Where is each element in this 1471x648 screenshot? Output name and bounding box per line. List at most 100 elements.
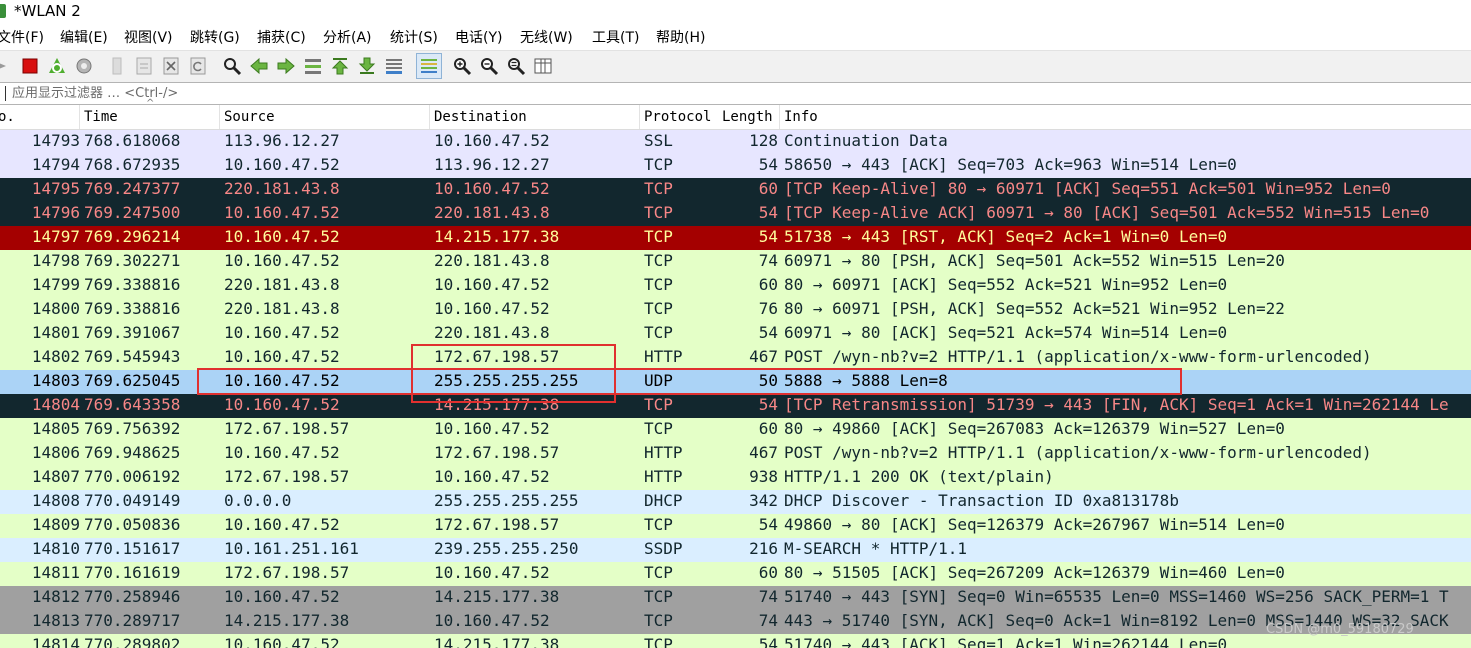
find-packet-icon[interactable] [222, 56, 242, 76]
column-header-destination[interactable]: Destination [430, 105, 640, 129]
packet-protocol-cell: HTTP [644, 467, 683, 486]
packet-destination-cell: 10.160.47.52 [434, 131, 550, 150]
autoscroll-icon[interactable] [384, 56, 404, 76]
column-header-length[interactable]: Length [718, 105, 780, 129]
packet-time-cell: 769.625045 [84, 371, 181, 390]
packet-info-cell: HTTP/1.1 200 OK (text/plain) [784, 467, 1054, 486]
packet-no-cell: 14808 [31, 491, 80, 510]
packet-time-cell: 770.258946 [84, 587, 181, 606]
menu-capture[interactable]: 捕获(C) [257, 28, 306, 48]
menu-wireless[interactable]: 无线(W) [520, 28, 573, 48]
packet-no-cell: 14806 [31, 443, 80, 462]
packet-info-cell: 58650 → 443 [ACK] Seq=703 Ack=963 Win=51… [784, 155, 1237, 174]
packet-row[interactable]: 14800 769.338816 220.181.43.8 10.160.47.52 T… [0, 298, 1471, 322]
reload-file-icon[interactable] [188, 56, 208, 76]
packet-row[interactable]: 14804 769.643358 10.160.47.52 14.215.177.38… [0, 394, 1471, 418]
packet-row[interactable]: 14810 770.151617 10.161.251.161 239.255.255… [0, 538, 1471, 562]
packet-row[interactable]: 14813 770.289717 14.215.177.38 10.160.47.52… [0, 610, 1471, 634]
start-capture-icon[interactable] [0, 56, 14, 76]
packet-row[interactable]: 14802 769.545943 10.160.47.52 172.67.198.57… [0, 346, 1471, 370]
packet-row[interactable]: 14794 768.672935 10.160.47.52 113.96.12.27 T… [0, 154, 1471, 178]
packet-destination-cell: 14.215.177.38 [434, 635, 560, 648]
menu-go[interactable]: 跳转(G) [190, 28, 240, 48]
menu-telephony[interactable]: 电话(Y) [455, 28, 502, 48]
packet-length-cell: 54 [758, 203, 778, 222]
packet-info-cell: 5888 → 5888 Len=8 [784, 371, 948, 390]
packet-row[interactable]: 14798 769.302271 10.160.47.52 220.181.43.8 T… [0, 250, 1471, 274]
packet-length-cell: 54 [758, 155, 778, 174]
restart-capture-icon[interactable] [47, 56, 67, 76]
column-header-info[interactable]: Info [780, 105, 1471, 129]
packet-row[interactable]: 14793 768.618068 113.96.12.27 10.160.47.52 S… [0, 130, 1471, 154]
packet-no-cell: 14804 [31, 395, 80, 414]
packet-destination-cell: 10.160.47.52 [434, 179, 550, 198]
go-last-packet-icon[interactable] [357, 56, 377, 76]
go-to-packet-icon[interactable] [303, 56, 323, 76]
packet-source-cell: 172.67.198.57 [224, 563, 350, 582]
packet-length-cell: 60 [758, 563, 778, 582]
packet-row[interactable]: 14796 769.247500 10.160.47.52 220.181.43.8 T… [0, 202, 1471, 226]
packet-info-cell: 49860 → 80 [ACK] Seq=126379 Ack=267967 W… [784, 515, 1285, 534]
close-file-icon[interactable] [161, 56, 181, 76]
stop-capture-icon[interactable] [20, 56, 40, 76]
packet-protocol-cell: TCP [644, 227, 673, 246]
packet-row[interactable]: 14803 769.625045 10.160.47.52 255.255.255.2… [0, 370, 1471, 394]
packet-row[interactable]: 14797 769.296214 10.160.47.52 14.215.177.38… [0, 226, 1471, 250]
column-header-source[interactable]: Source [220, 105, 430, 129]
display-filter-input[interactable] [0, 83, 1471, 104]
packet-info-cell: 60971 → 80 [ACK] Seq=521 Ack=574 Win=514… [784, 323, 1228, 342]
packet-row[interactable]: 14806 769.948625 10.160.47.52 172.67.198.57… [0, 442, 1471, 466]
packet-protocol-cell: SSL [644, 131, 673, 150]
go-first-packet-icon[interactable] [330, 56, 350, 76]
packet-row[interactable]: 14801 769.391067 10.160.47.52 220.181.43.8 T… [0, 322, 1471, 346]
packet-source-cell: 10.160.47.52 [224, 443, 340, 462]
packet-length-cell: 60 [758, 275, 778, 294]
packet-protocol-cell: TCP [644, 251, 673, 270]
packet-destination-cell: 14.215.177.38 [434, 587, 560, 606]
packet-length-cell: 54 [758, 323, 778, 342]
menu-tools[interactable]: 工具(T) [592, 28, 639, 48]
packet-no-cell: 14793 [31, 131, 80, 150]
packet-length-cell: 938 [749, 467, 778, 486]
menu-edit[interactable]: 编辑(E) [60, 28, 108, 48]
packet-no-cell: 14812 [31, 587, 80, 606]
go-back-icon[interactable] [249, 56, 269, 76]
packet-source-cell: 10.160.47.52 [224, 395, 340, 414]
packet-length-cell: 74 [758, 587, 778, 606]
zoom-in-icon[interactable] [452, 56, 472, 76]
normal-size-icon[interactable] [506, 56, 526, 76]
packet-source-cell: 10.160.47.52 [224, 635, 340, 648]
packet-row[interactable]: 14799 769.338816 220.181.43.8 10.160.47.52 T… [0, 274, 1471, 298]
packet-row[interactable]: 14811 770.161619 172.67.198.57 10.160.47.52… [0, 562, 1471, 586]
packet-source-cell: 14.215.177.38 [224, 611, 350, 630]
packet-info-cell: DHCP Discover - Transaction ID 0xa813178… [784, 491, 1179, 510]
colorize-icon[interactable] [416, 53, 442, 79]
packet-row[interactable]: 14814 770.289802 10.160.47.52 14.215.177.38… [0, 634, 1471, 648]
packet-row[interactable]: 14808 770.049149 0.0.0.0 255.255.255.255 DHC… [0, 490, 1471, 514]
packet-length-cell: 467 [749, 347, 778, 366]
packet-row[interactable]: 14805 769.756392 172.67.198.57 10.160.47.52… [0, 418, 1471, 442]
capture-options-icon[interactable] [74, 56, 94, 76]
packet-length-cell: 128 [749, 131, 778, 150]
menu-help[interactable]: 帮助(H) [656, 28, 705, 48]
packet-no-cell: 14810 [31, 539, 80, 558]
packet-row[interactable]: 14795 769.247377 220.181.43.8 10.160.47.52 T… [0, 178, 1471, 202]
packet-protocol-cell: TCP [644, 395, 673, 414]
packet-row[interactable]: 14812 770.258946 10.160.47.52 14.215.177.38… [0, 586, 1471, 610]
packet-row[interactable]: 14807 770.006192 172.67.198.57 10.160.47.52… [0, 466, 1471, 490]
go-forward-icon[interactable] [276, 56, 296, 76]
menu-view[interactable]: 视图(V) [124, 28, 173, 48]
packet-destination-cell: 172.67.198.57 [434, 515, 560, 534]
packet-length-cell: 74 [758, 611, 778, 630]
packet-info-cell: 80 → 49860 [ACK] Seq=267083 Ack=126379 W… [784, 419, 1285, 438]
packet-row[interactable]: 14809 770.050836 10.160.47.52 172.67.198.57… [0, 514, 1471, 538]
menu-file[interactable]: 文件(F) [0, 28, 44, 48]
open-file-icon[interactable] [107, 56, 127, 76]
zoom-out-icon[interactable] [479, 56, 499, 76]
column-header-no[interactable]: o. [0, 105, 80, 129]
save-file-icon[interactable] [134, 56, 154, 76]
menu-analyze[interactable]: 分析(A) [323, 28, 372, 48]
menu-statistics[interactable]: 统计(S) [390, 28, 438, 48]
packet-protocol-cell: TCP [644, 587, 673, 606]
resize-columns-icon[interactable] [533, 56, 553, 76]
